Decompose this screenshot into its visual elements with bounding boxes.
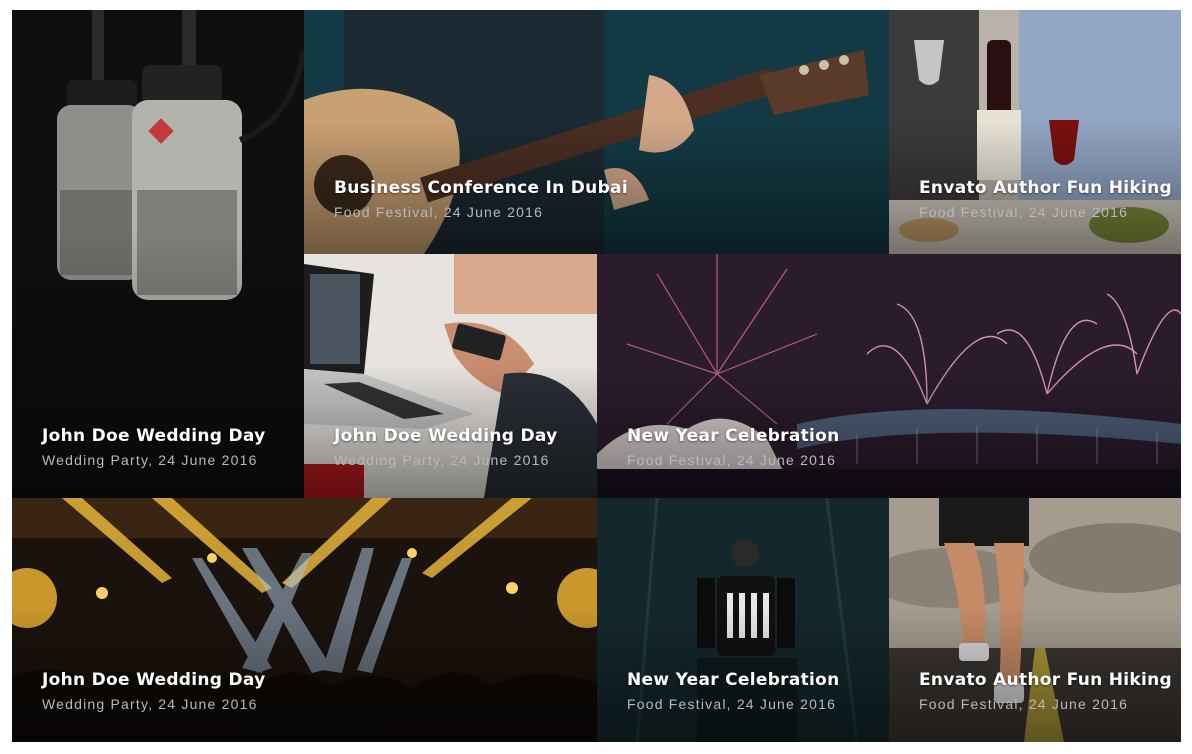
tile-meta: Wedding Party, 24 June 2016 xyxy=(42,452,258,468)
tile-title[interactable]: John Doe Wedding Day xyxy=(334,426,587,446)
tile-meta: Food Festival, 24 June 2016 xyxy=(919,696,1129,712)
tile-caption: Envato Author Fun Hiking Food Festival, … xyxy=(919,670,1172,712)
tile-title[interactable]: New Year Celebration xyxy=(627,670,879,690)
gallery-item-laptop[interactable]: John Doe Wedding Day Wedding Party, 24 J… xyxy=(304,254,597,498)
tile-caption: John Doe Wedding Day Wedding Party, 24 J… xyxy=(42,426,294,468)
tile-overlay xyxy=(12,10,304,498)
gallery-item-guitar[interactable]: Business Conference In Dubai Food Festiv… xyxy=(304,10,889,254)
tile-title[interactable]: John Doe Wedding Day xyxy=(42,670,587,690)
gallery-item-wine[interactable]: Envato Author Fun Hiking Food Festival, … xyxy=(889,10,1181,254)
tile-meta: Food Festival, 24 June 2016 xyxy=(627,452,837,468)
tile-meta: Wedding Party, 24 June 2016 xyxy=(42,696,258,712)
tile-title[interactable]: Envato Author Fun Hiking xyxy=(919,178,1172,198)
tile-title[interactable]: John Doe Wedding Day xyxy=(42,426,294,446)
gallery-item-concert[interactable]: John Doe Wedding Day Wedding Party, 24 J… xyxy=(12,498,597,742)
tile-caption: New Year Celebration Food Festival, 24 J… xyxy=(627,670,879,712)
tile-caption: John Doe Wedding Day Wedding Party, 24 J… xyxy=(334,426,587,468)
tile-caption: Business Conference In Dubai Food Festiv… xyxy=(334,178,879,220)
gallery-item-fireworks[interactable]: New Year Celebration Food Festival, 24 J… xyxy=(597,254,1181,498)
tile-meta: Food Festival, 24 June 2016 xyxy=(334,204,544,220)
tile-caption: Envato Author Fun Hiking Food Festival, … xyxy=(919,178,1172,220)
tile-caption: John Doe Wedding Day Wedding Party, 24 J… xyxy=(42,670,587,712)
tile-meta: Wedding Party, 24 June 2016 xyxy=(334,452,550,468)
tile-title[interactable]: New Year Celebration xyxy=(627,426,1171,446)
gallery-item-performer[interactable]: New Year Celebration Food Festival, 24 J… xyxy=(597,498,889,742)
tile-title[interactable]: Business Conference In Dubai xyxy=(334,178,879,198)
tile-meta: Food Festival, 24 June 2016 xyxy=(627,696,837,712)
gallery-item-runner[interactable]: Envato Author Fun Hiking Food Festival, … xyxy=(889,498,1181,742)
tile-title[interactable]: Envato Author Fun Hiking xyxy=(919,670,1172,690)
tile-meta: Food Festival, 24 June 2016 xyxy=(919,204,1129,220)
tile-caption: New Year Celebration Food Festival, 24 J… xyxy=(627,426,1171,468)
gallery-item-microphones[interactable]: John Doe Wedding Day Wedding Party, 24 J… xyxy=(12,10,304,498)
